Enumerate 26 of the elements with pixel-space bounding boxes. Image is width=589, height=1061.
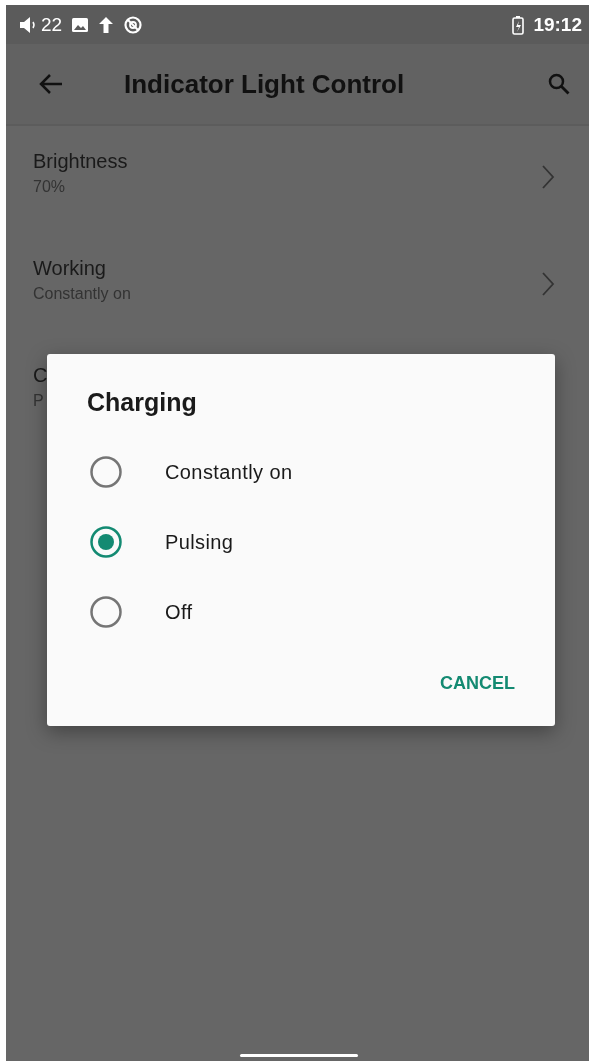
upload-arrow-icon xyxy=(98,15,115,34)
radio-option[interactable]: Constantly on xyxy=(87,437,515,507)
battery-charging-icon xyxy=(512,14,525,35)
radio-option[interactable]: Pulsing xyxy=(87,507,515,577)
screen-title: Indicator Light Control xyxy=(124,68,406,100)
option-label: Off xyxy=(165,600,193,624)
clock-time: 19:12 xyxy=(533,13,582,36)
option-label: Constantly on xyxy=(165,460,293,484)
back-arrow-icon[interactable] xyxy=(38,73,64,95)
radio-option[interactable]: Off xyxy=(87,577,515,647)
setting-title: C xyxy=(33,364,48,387)
setting-title: Brightness xyxy=(33,150,128,173)
search-icon[interactable] xyxy=(547,72,571,96)
chevron-icon xyxy=(541,271,555,297)
speaker-icon xyxy=(18,15,38,34)
radio-button[interactable] xyxy=(89,595,123,629)
radio-button[interactable] xyxy=(89,525,123,559)
radio-button[interactable] xyxy=(89,455,123,489)
option-label: Pulsing xyxy=(165,530,234,554)
cancel-button[interactable]: CANCEL xyxy=(440,667,515,700)
data-saver-icon xyxy=(123,14,144,35)
volume-level: 22 xyxy=(41,13,63,36)
image-icon xyxy=(71,16,90,33)
dialog-title: Charging xyxy=(87,388,197,417)
setting-title: Working xyxy=(33,257,107,280)
chevron-icon xyxy=(541,164,555,190)
